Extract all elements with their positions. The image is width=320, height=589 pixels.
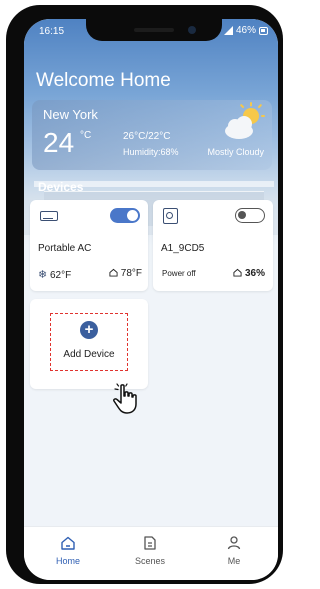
signal-icon	[223, 26, 233, 35]
home-small-icon	[233, 268, 242, 277]
set-temperature: 62°F	[50, 270, 72, 281]
page-title: Welcome Home	[36, 70, 171, 91]
air-conditioner-icon	[40, 211, 58, 221]
power-toggle[interactable]	[110, 208, 140, 223]
add-device-label: Add Device	[63, 349, 115, 360]
tab-me[interactable]: Me	[204, 535, 264, 566]
weather-unit: °C	[80, 130, 92, 141]
tab-scenes[interactable]: Scenes	[120, 535, 180, 566]
weather-condition: Mostly Cloudy	[207, 147, 264, 157]
device-card-portable-ac[interactable]: Portable AC ❄ 62°F 78°F	[30, 200, 148, 291]
user-icon	[227, 536, 241, 550]
device-humidity: 36%	[233, 268, 265, 279]
device-name: A1_9CD5	[161, 243, 205, 254]
home-icon	[61, 536, 75, 550]
battery-icon	[259, 26, 268, 35]
devices-heading: Devices	[38, 180, 84, 194]
bottom-tab-bar: Home Scenes Me	[24, 526, 278, 580]
tab-label: Me	[227, 556, 241, 566]
device-name: Portable AC	[38, 243, 92, 254]
weather-temperature: 24	[43, 127, 75, 158]
battery-percent: 46%	[235, 25, 256, 36]
status-bar: 16:15 46%	[24, 19, 278, 41]
home-small-icon	[109, 268, 118, 277]
device-card-a1-9cd5[interactable]: A1_9CD5 Power off 36%	[153, 200, 273, 291]
weather-city: New York	[43, 107, 98, 122]
add-device-button[interactable]: + Add Device	[50, 313, 128, 371]
partly-cloudy-sun-icon	[225, 102, 265, 139]
weather-card[interactable]: New York 24 °C 26°C/22°C Humidity:68% Mo…	[32, 100, 272, 170]
room-temperature: 78°F	[120, 268, 142, 279]
status-time: 16:15	[39, 26, 65, 37]
phone-frame: 16:15 46% Welcome Home New York 24 °C 26…	[6, 5, 283, 584]
camera-notch	[86, 19, 222, 41]
weather-humidity: Humidity:68%	[123, 147, 179, 157]
status-indicators: 46%	[223, 25, 268, 36]
plus-icon: +	[80, 321, 98, 339]
add-device-card[interactable]: + Add Device	[30, 299, 148, 389]
scenes-icon	[144, 536, 156, 550]
tab-label: Scenes	[134, 556, 166, 566]
tab-label: Home	[55, 556, 80, 566]
device-status: Power off	[162, 269, 196, 278]
washer-icon	[163, 208, 178, 224]
app-screen: 16:15 46% Welcome Home New York 24 °C 26…	[24, 19, 278, 580]
weather-range: 26°C/22°C	[123, 131, 171, 142]
snowflake-icon: ❄	[38, 269, 48, 281]
tab-home[interactable]: Home	[38, 535, 98, 566]
hand-pointer-icon	[113, 383, 137, 414]
power-toggle[interactable]	[235, 208, 265, 223]
